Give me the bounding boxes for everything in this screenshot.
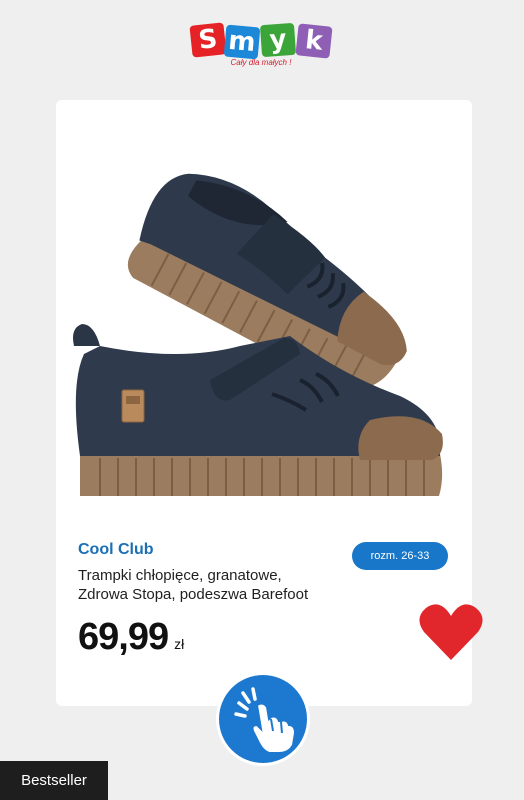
product-title[interactable]: Trampki chłopięce, granatowe, Zdrowa Sto… — [78, 566, 348, 604]
logo-letter-s: S — [189, 22, 227, 58]
product-card[interactable]: Cool Club rozm. 26-33 Trampki chłopięce,… — [56, 100, 472, 706]
price-currency: zł — [174, 636, 185, 652]
size-badge: rozm. 26-33 — [352, 542, 448, 570]
product-image[interactable] — [60, 124, 468, 496]
price-value: 69,99 — [78, 616, 169, 658]
heart-icon[interactable] — [418, 602, 484, 662]
logo-letters: S m y k — [189, 22, 333, 60]
logo-tagline: Cały dla małych ! — [230, 58, 292, 67]
product-brand[interactable]: Cool Club — [78, 541, 154, 559]
bestseller-badge: Bestseller — [0, 761, 108, 800]
logo-letter-m: m — [223, 24, 261, 60]
brand-logo[interactable]: S m y k Cały dla małych ! — [189, 22, 333, 70]
tap-hand-icon — [234, 687, 297, 754]
logo-letter-y: y — [259, 22, 297, 58]
tap-hand-button[interactable] — [219, 675, 307, 763]
logo-letter-k: k — [295, 23, 333, 59]
product-price: 69,99 zł — [78, 616, 184, 659]
product-title-line-2: Zdrowa Stopa, podeszwa Barefoot — [78, 586, 309, 603]
product-title-line-1: Trampki chłopięce, granatowe, — [78, 567, 282, 584]
